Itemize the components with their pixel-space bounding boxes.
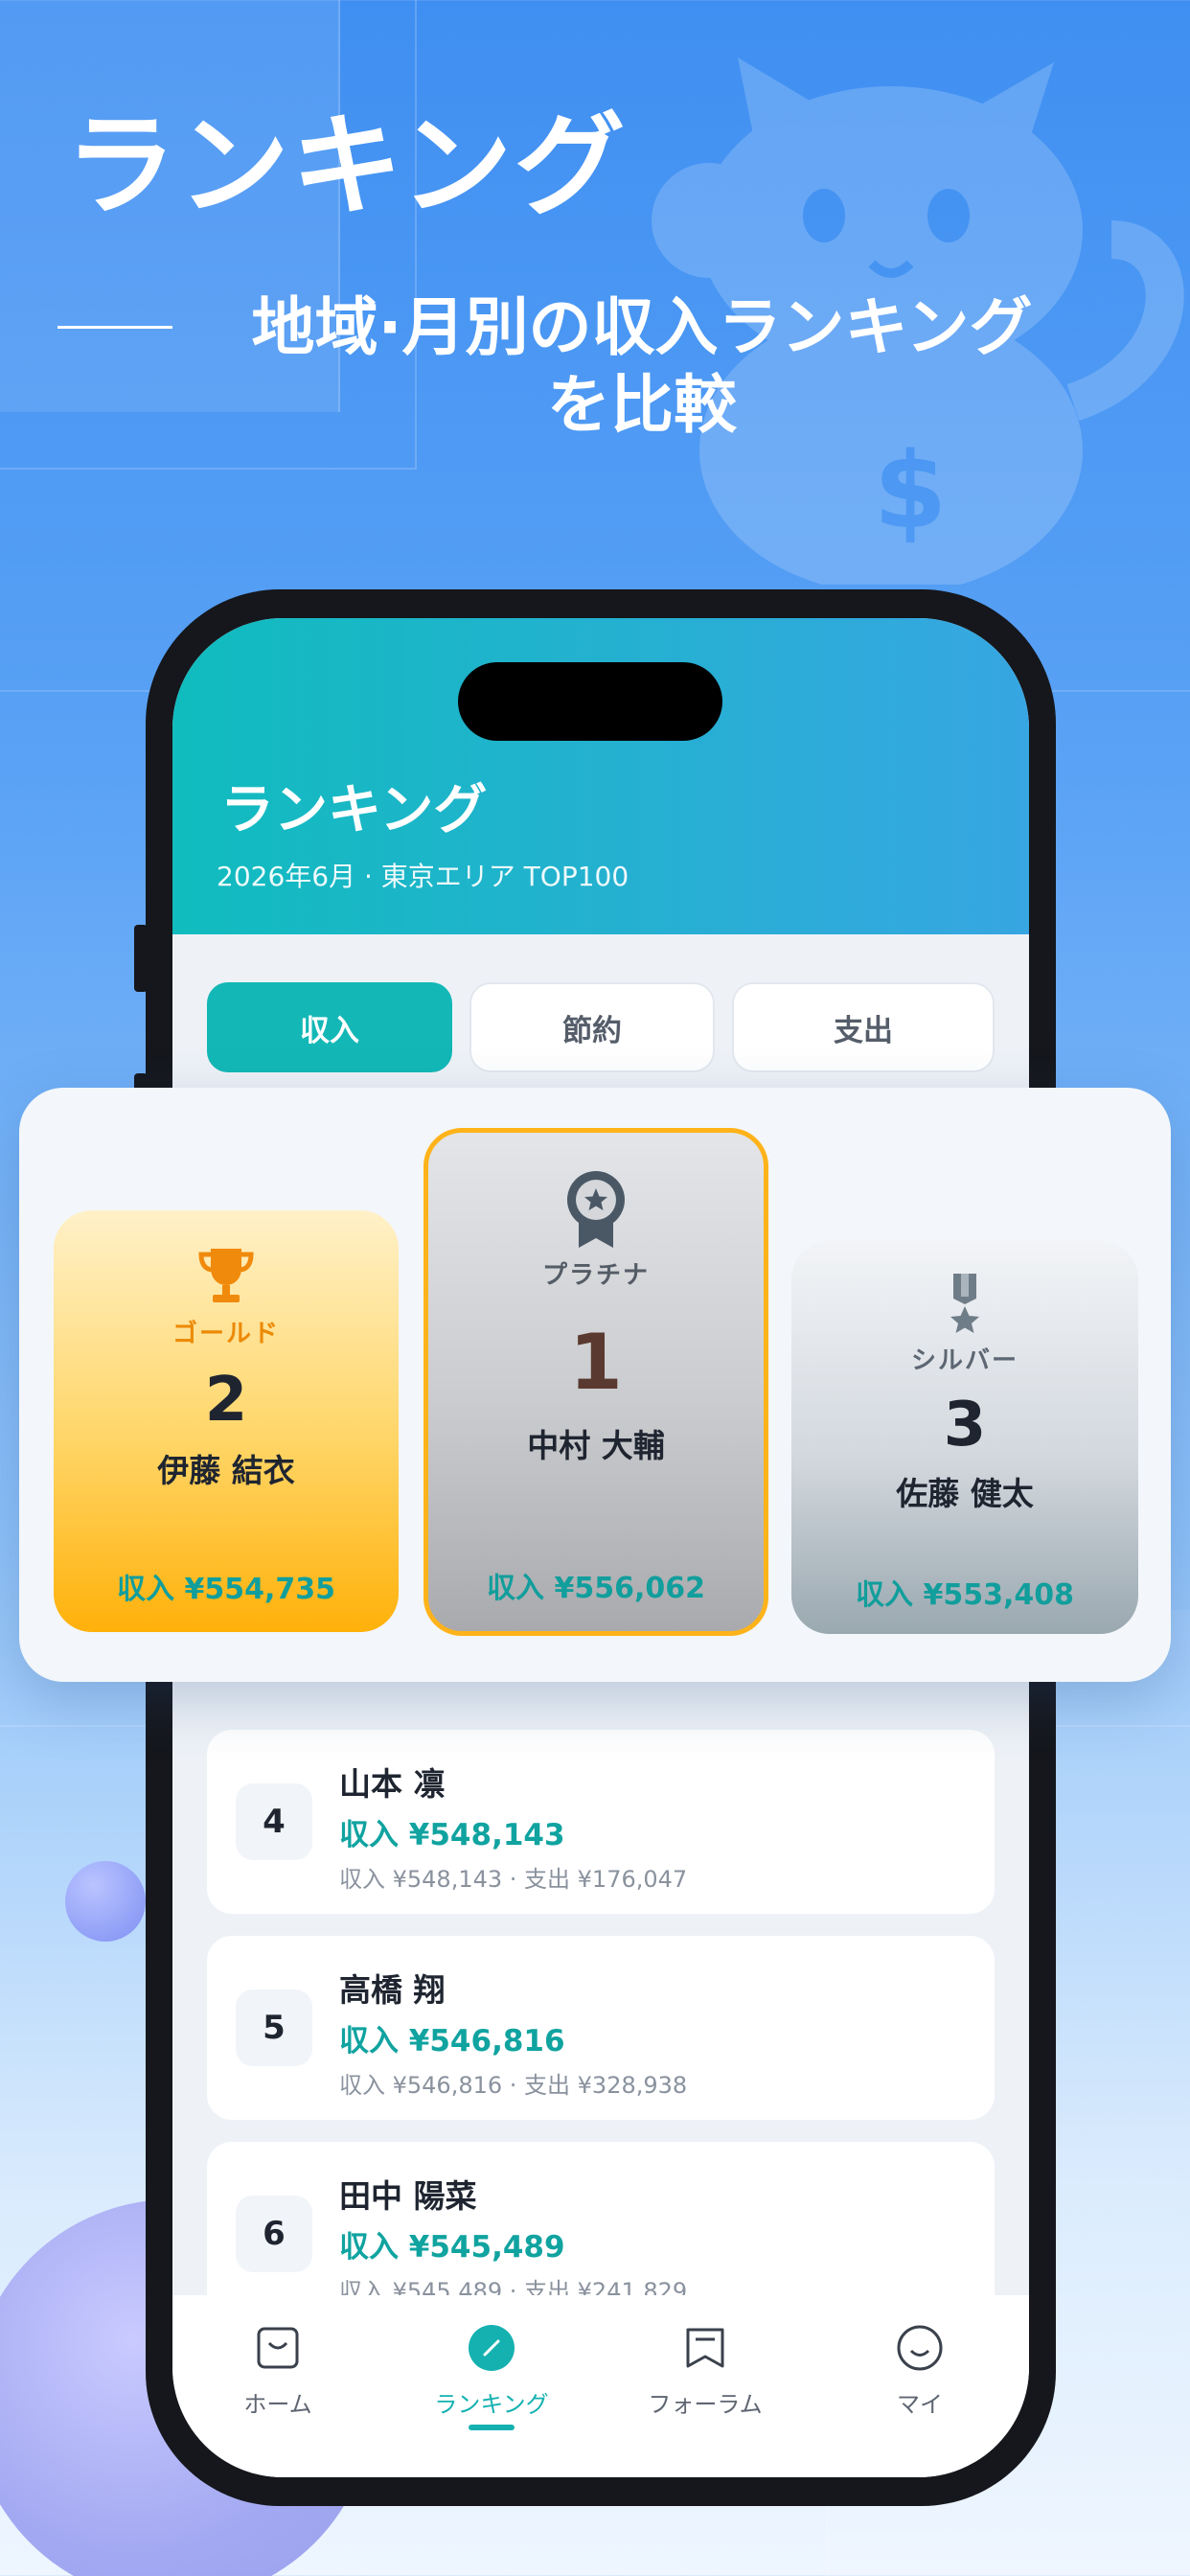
medal-label: ゴールド <box>172 1320 280 1348</box>
active-tab-indicator <box>469 2425 515 2430</box>
hero-divider <box>57 326 172 329</box>
rank-badge: 4 <box>236 1783 312 1860</box>
profile-icon <box>896 2324 944 2372</box>
rank-badge: 6 <box>236 2196 312 2272</box>
tab-label: ランキング <box>434 2391 549 2418</box>
ranking-list: 4 山本 凛 収入 ¥548,143 収入 ¥548,143 · 支出 ¥176… <box>207 1730 995 2348</box>
tab-forum[interactable]: フォーラム <box>619 2324 791 2419</box>
list-item[interactable]: 4 山本 凛 収入 ¥548,143 収入 ¥548,143 · 支出 ¥176… <box>207 1730 995 1914</box>
hero-subtitle: 地域·月別の収入ランキング を比較 <box>192 289 1092 444</box>
trophy-icon <box>197 1245 255 1306</box>
bottom-tab-bar: ホーム ランキング フォーラム マイ <box>172 2295 1029 2477</box>
tab-savings[interactable]: 節約 <box>469 982 715 1072</box>
income-value: 収入 ¥546,816 <box>339 2024 565 2058</box>
podium-card-silver[interactable]: シルバー 3 佐藤 健太 収入 ¥553,408 <box>791 1241 1138 1634</box>
income-value: 収入 ¥554,735 <box>117 1573 335 1606</box>
income-value: 収入 ¥545,489 <box>339 2230 565 2265</box>
income-value: 収入 ¥556,062 <box>487 1572 705 1605</box>
hero-subtitle-line1: 地域·月別の収入ランキング <box>251 290 1033 364</box>
income-expense-detail: 収入 ¥548,143 · 支出 ¥176,047 <box>339 1866 688 1893</box>
award-ribbon-icon <box>565 1169 627 1250</box>
rank-number: 3 <box>943 1390 987 1460</box>
hero-subtitle-line2: を比較 <box>547 367 737 442</box>
rank-number: 1 <box>569 1318 623 1407</box>
dynamic-island <box>458 662 722 741</box>
user-name: 中村 大輔 <box>527 1427 665 1464</box>
income-value: 収入 ¥548,143 <box>339 1818 565 1852</box>
user-name: 山本 凛 <box>339 1765 446 1803</box>
user-name: 高橋 翔 <box>339 1971 446 2009</box>
list-item[interactable]: 5 高橋 翔 収入 ¥546,816 収入 ¥546,816 · 支出 ¥328… <box>207 1936 995 2120</box>
svg-text:$: $ <box>874 429 948 552</box>
tab-label: フォーラム <box>648 2391 763 2418</box>
forum-icon <box>681 2324 729 2372</box>
medal-label: シルバー <box>910 1346 1018 1375</box>
income-value: 収入 ¥553,408 <box>856 1578 1074 1612</box>
tab-label: ホーム <box>243 2391 312 2418</box>
ranking-icon <box>468 2324 515 2372</box>
decorative-bubble <box>65 1861 146 1942</box>
rank-number: 2 <box>204 1365 248 1436</box>
podium-card-gold[interactable]: ゴールド 2 伊藤 結衣 収入 ¥554,735 <box>54 1210 399 1632</box>
medal-label: プラチナ <box>541 1261 650 1290</box>
page-title: ランキング <box>220 779 488 841</box>
user-name: 田中 陽菜 <box>339 2177 477 2215</box>
hero-title: ランキング <box>65 102 628 231</box>
tab-home[interactable]: ホーム <box>192 2324 364 2419</box>
user-name: 佐藤 健太 <box>896 1475 1034 1512</box>
tab-my[interactable]: マイ <box>834 2324 1006 2419</box>
tab-expense[interactable]: 支出 <box>732 982 995 1072</box>
tab-ranking[interactable]: ランキング <box>405 2324 578 2430</box>
tab-income[interactable]: 収入 <box>207 982 452 1072</box>
podium-panel: ゴールド 2 伊藤 結衣 収入 ¥554,735 プラチナ 1 中村 大輔 収入… <box>19 1088 1171 1682</box>
page-subtitle: 2026年6月 · 東京エリア TOP100 <box>217 861 629 892</box>
rank-badge: 5 <box>236 1990 312 2066</box>
podium-card-platinum[interactable]: プラチナ 1 中村 大輔 収入 ¥556,062 <box>423 1128 768 1636</box>
medal-icon <box>946 1272 984 1335</box>
tab-label: マイ <box>897 2391 943 2418</box>
home-icon <box>254 2324 302 2372</box>
income-expense-detail: 収入 ¥546,816 · 支出 ¥328,938 <box>339 2072 688 2099</box>
user-name: 伊藤 結衣 <box>157 1452 295 1489</box>
